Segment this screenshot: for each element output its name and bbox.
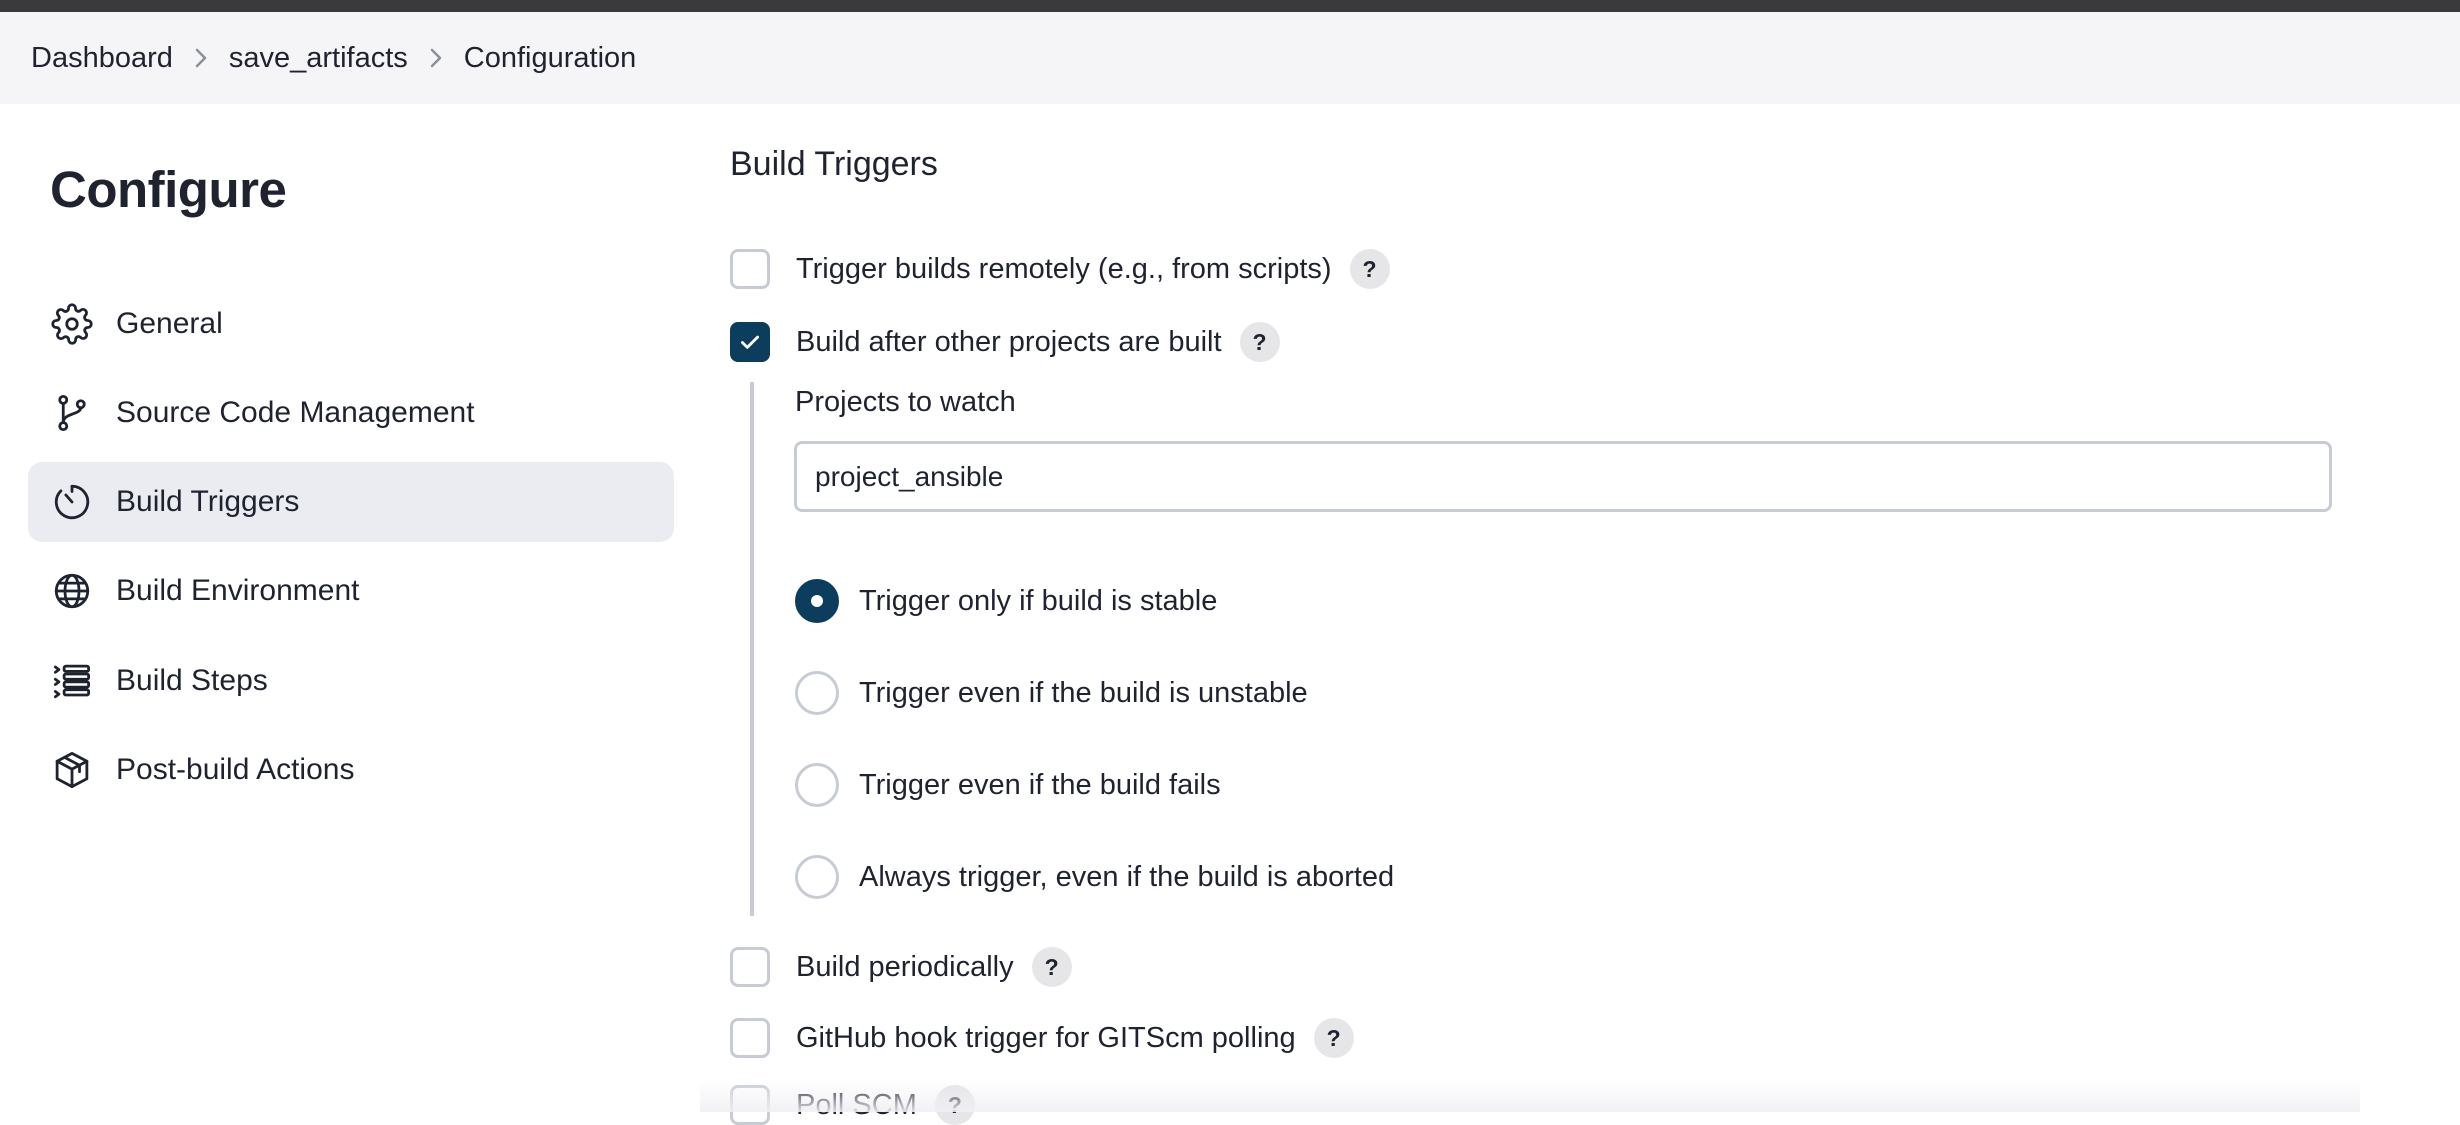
sidebar-item-label: Build Triggers [116,485,300,518]
projects-to-watch-input[interactable] [794,441,2332,512]
option-build-periodically: Build periodically ? [730,947,1072,987]
radio-option-unstable: Trigger even if the build is unstable [795,671,1308,715]
radio-dot [811,595,823,607]
breadcrumb-configuration[interactable]: Configuration [464,42,637,75]
breadcrumb: Dashboard save_artifacts Configuration [0,12,2460,104]
option-label[interactable]: Trigger builds remotely (e.g., from scri… [796,253,1332,286]
sidebar-item-label: Build Steps [116,664,268,697]
radio-button[interactable] [795,763,839,807]
page-title: Configure [50,161,287,218]
option-label[interactable]: Build after other projects are built [796,326,1222,359]
package-icon [50,748,94,792]
nested-section-rule [750,382,754,916]
option-label[interactable]: Build periodically [796,951,1014,984]
github-hook-trigger-checkbox[interactable] [730,1018,770,1058]
build-periodically-checkbox[interactable] [730,947,770,987]
breadcrumb-dashboard[interactable]: Dashboard [31,42,173,75]
radio-button[interactable] [795,855,839,899]
sidebar-item-post-build-actions[interactable]: Post-build Actions [28,730,674,810]
radio-button[interactable] [795,579,839,623]
sidebar-item-general[interactable]: General [28,284,674,364]
help-button[interactable]: ? [1313,1018,1354,1058]
help-button[interactable]: ? [934,1085,975,1125]
radio-label[interactable]: Trigger even if the build is unstable [859,677,1308,710]
sidebar-item-source-code-management[interactable]: Source Code Management [28,373,674,453]
radio-label[interactable]: Trigger even if the build fails [859,769,1221,802]
help-button[interactable]: ? [1239,322,1280,362]
poll-scm-checkbox[interactable] [730,1085,770,1125]
timer-icon [50,480,94,524]
section-title: Build Triggers [730,145,938,183]
help-button[interactable]: ? [1349,249,1390,289]
chevron-right-icon [408,46,464,70]
radio-label[interactable]: Trigger only if build is stable [859,585,1217,618]
build-after-other-projects-checkbox[interactable] [730,322,770,362]
sidebar-item-label: Source Code Management [116,396,475,429]
sidebar-item-build-triggers[interactable]: Build Triggers [28,462,674,542]
projects-to-watch-label: Projects to watch [795,386,1016,418]
list-icon [50,659,94,703]
sidebar-item-build-environment[interactable]: Build Environment [28,551,674,631]
chevron-right-icon [173,46,229,70]
gear-icon [50,302,94,346]
trigger-remotely-checkbox[interactable] [730,249,770,289]
checkmark-icon [741,335,759,349]
option-github-hook-trigger: GitHub hook trigger for GITScm polling ? [730,1018,1354,1058]
help-button[interactable]: ? [1031,947,1072,987]
option-poll-scm: Poll SCM ? [730,1085,975,1125]
option-label[interactable]: GitHub hook trigger for GITScm polling [796,1022,1296,1055]
radio-button[interactable] [795,671,839,715]
sidebar-item-label: Build Environment [116,574,360,607]
option-label[interactable]: Poll SCM [796,1089,917,1122]
sidebar-item-build-steps[interactable]: Build Steps [28,641,674,721]
sidebar-item-label: Post-build Actions [116,753,355,786]
window-top-strip [0,0,2460,12]
radio-option-stable: Trigger only if build is stable [795,579,1217,623]
radio-option-fails: Trigger even if the build fails [795,763,1221,807]
git-branch-icon [50,391,94,435]
globe-icon [50,569,94,613]
sidebar-item-label: General [116,307,223,340]
option-trigger-remotely: Trigger builds remotely (e.g., from scri… [730,249,1390,289]
option-build-after-other-projects: Build after other projects are built ? [730,322,1280,362]
breadcrumb-job[interactable]: save_artifacts [229,42,408,75]
radio-option-aborted: Always trigger, even if the build is abo… [795,855,1394,899]
radio-label[interactable]: Always trigger, even if the build is abo… [859,861,1394,894]
